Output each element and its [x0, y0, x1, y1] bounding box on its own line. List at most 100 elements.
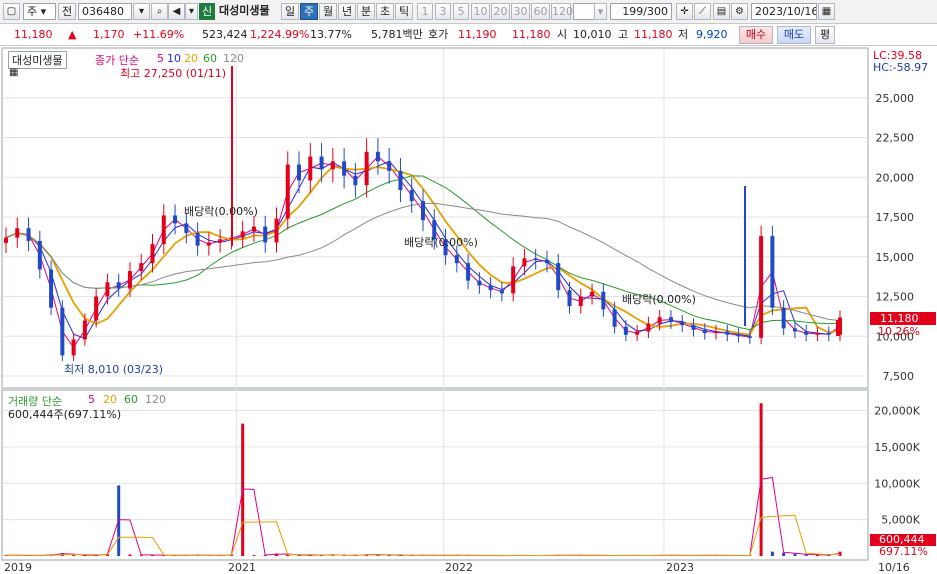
ma-120-label: 120 [223, 52, 244, 65]
hoga-label: 호가 [428, 28, 449, 41]
time-tick: 2022 [445, 561, 473, 574]
time-axis: 2019 2021 2022 2023 10/16 [4, 561, 910, 574]
candle [657, 317, 662, 324]
search-icon[interactable]: ⌕ [151, 3, 168, 20]
zoom-icon[interactable]: ▤ [713, 3, 730, 20]
candle [511, 266, 516, 294]
mode-button[interactable]: 전 [58, 3, 76, 20]
ma-20-label: 20 [184, 52, 198, 65]
price-tick: 12,500 [876, 291, 915, 304]
candle [251, 226, 256, 232]
ask-price: 11,190 [458, 28, 497, 41]
candle [308, 156, 313, 181]
interval-30-button[interactable]: 30 [511, 3, 530, 20]
interval-dropdown-icon[interactable]: ▾ [594, 3, 607, 20]
ma-10-label: 10 [167, 52, 181, 65]
last-candle [836, 320, 840, 336]
price-tick: 25,000 [876, 92, 915, 105]
time-tick: 10/16 [878, 561, 910, 574]
high-label: 고 [618, 28, 629, 41]
date-input[interactable]: 2023/10/16 [751, 3, 817, 20]
chevron-right-icon[interactable]: ▾ [185, 3, 198, 20]
candle [533, 258, 538, 260]
stock-name: 대성미생물 [219, 4, 270, 17]
candle [736, 334, 741, 337]
volume-tick: 15,000K [874, 441, 920, 454]
volume-panel [1, 389, 869, 561]
interval-10-button[interactable]: 10 [471, 3, 490, 20]
candle [15, 228, 20, 238]
draw-line-icon[interactable]: ⟋ [694, 3, 711, 20]
candle [646, 323, 651, 332]
candle [82, 320, 87, 340]
candle [466, 263, 471, 281]
period-month-button[interactable]: 월 [319, 3, 337, 20]
avg-button[interactable]: 평 [815, 26, 835, 44]
candle [454, 255, 459, 264]
buy-button[interactable]: 매수 [739, 26, 773, 44]
turnover: 13.77% [310, 28, 352, 41]
period-second-button[interactable]: 초 [376, 3, 394, 20]
candle [792, 328, 797, 332]
table-icon[interactable]: ▦ [9, 67, 18, 78]
candle [612, 309, 617, 327]
candle [184, 223, 189, 233]
ma-60-label: 60 [203, 52, 217, 65]
price-change: 1,170 [93, 28, 125, 41]
sell-button[interactable]: 매도 [777, 26, 811, 44]
candle [556, 263, 561, 291]
candle [330, 161, 335, 170]
interval-1-button[interactable]: 1 [417, 3, 433, 20]
current-pct-tag: 10.26% [878, 325, 920, 338]
interval-5-button[interactable]: 5 [453, 3, 469, 20]
calendar-icon[interactable]: ▦ [818, 3, 835, 20]
volume-bar [72, 555, 76, 556]
candle [421, 201, 425, 221]
period-week-button[interactable]: 주 [300, 3, 318, 20]
candle [26, 228, 31, 241]
code-input[interactable]: 036480 [78, 3, 132, 20]
candle [364, 151, 369, 186]
price-axis: 25,00022,50020,00017,50015,00012,50010,0… [876, 92, 915, 383]
period-minute-button[interactable]: 분 [357, 3, 375, 20]
up-arrow-icon: ▲ [68, 28, 77, 41]
speaker-icon[interactable]: ◀ [168, 3, 185, 20]
volume-axis: 20,000K 15,000K 10,000K 5,000K [874, 405, 920, 527]
period-year-button[interactable]: 년 [338, 3, 356, 20]
candle [94, 296, 99, 321]
interval-120-button[interactable]: 120 [551, 3, 573, 20]
candle [544, 259, 549, 264]
candle [804, 331, 809, 335]
period-tick-button[interactable]: 틱 [395, 3, 413, 20]
candle [499, 290, 504, 294]
interval-20-button[interactable]: 20 [491, 3, 510, 20]
interval-60-button[interactable]: 60 [531, 3, 550, 20]
quote-bar: 11,180 ▲ 1,170 +11.69% 523,424 1,224.99%… [0, 24, 937, 46]
chevron-down-icon: ▾ [40, 5, 47, 18]
price-change-pct: +11.69% [133, 28, 185, 41]
gear-icon[interactable]: ⚙ [731, 3, 748, 20]
price-tick: 17,500 [876, 211, 915, 224]
price-tick: 15,000 [876, 251, 915, 264]
price-tick: 7,500 [883, 370, 915, 383]
price-tick: 22,500 [876, 132, 915, 145]
candle [161, 215, 166, 245]
period-day-button[interactable]: 일 [281, 3, 299, 20]
ma-5-label: 5 [157, 52, 164, 65]
window-layout-icon[interactable]: ▢ [3, 3, 20, 20]
trade-amount: 5,781백만 [371, 28, 423, 41]
candle [375, 151, 380, 162]
crosshair-icon[interactable]: ✛ [676, 3, 693, 20]
candle [680, 321, 685, 326]
code-dropdown-icon[interactable]: ▾ [133, 3, 150, 20]
volume-bar [128, 554, 132, 556]
top-toolbar: ▢ 주 ▾ 전 036480 ▾ ⌕ ◀ ▾ 신 대성미생물 일 주 월 년 분… [0, 0, 937, 24]
candle [4, 237, 8, 243]
stock-chart[interactable]: 25,000 22,500 20,000 17,500 15,000 12,500 10,0… [0, 46, 937, 574]
interval-3-button[interactable]: 3 [435, 3, 451, 20]
market-select[interactable]: 주 ▾ [23, 3, 56, 20]
volume-pct-tag: 697.11% [879, 545, 928, 558]
data-count: 199/300 [610, 3, 672, 20]
dividend-label-3: 배당락(0.00%) [622, 293, 696, 306]
candle [781, 307, 786, 329]
